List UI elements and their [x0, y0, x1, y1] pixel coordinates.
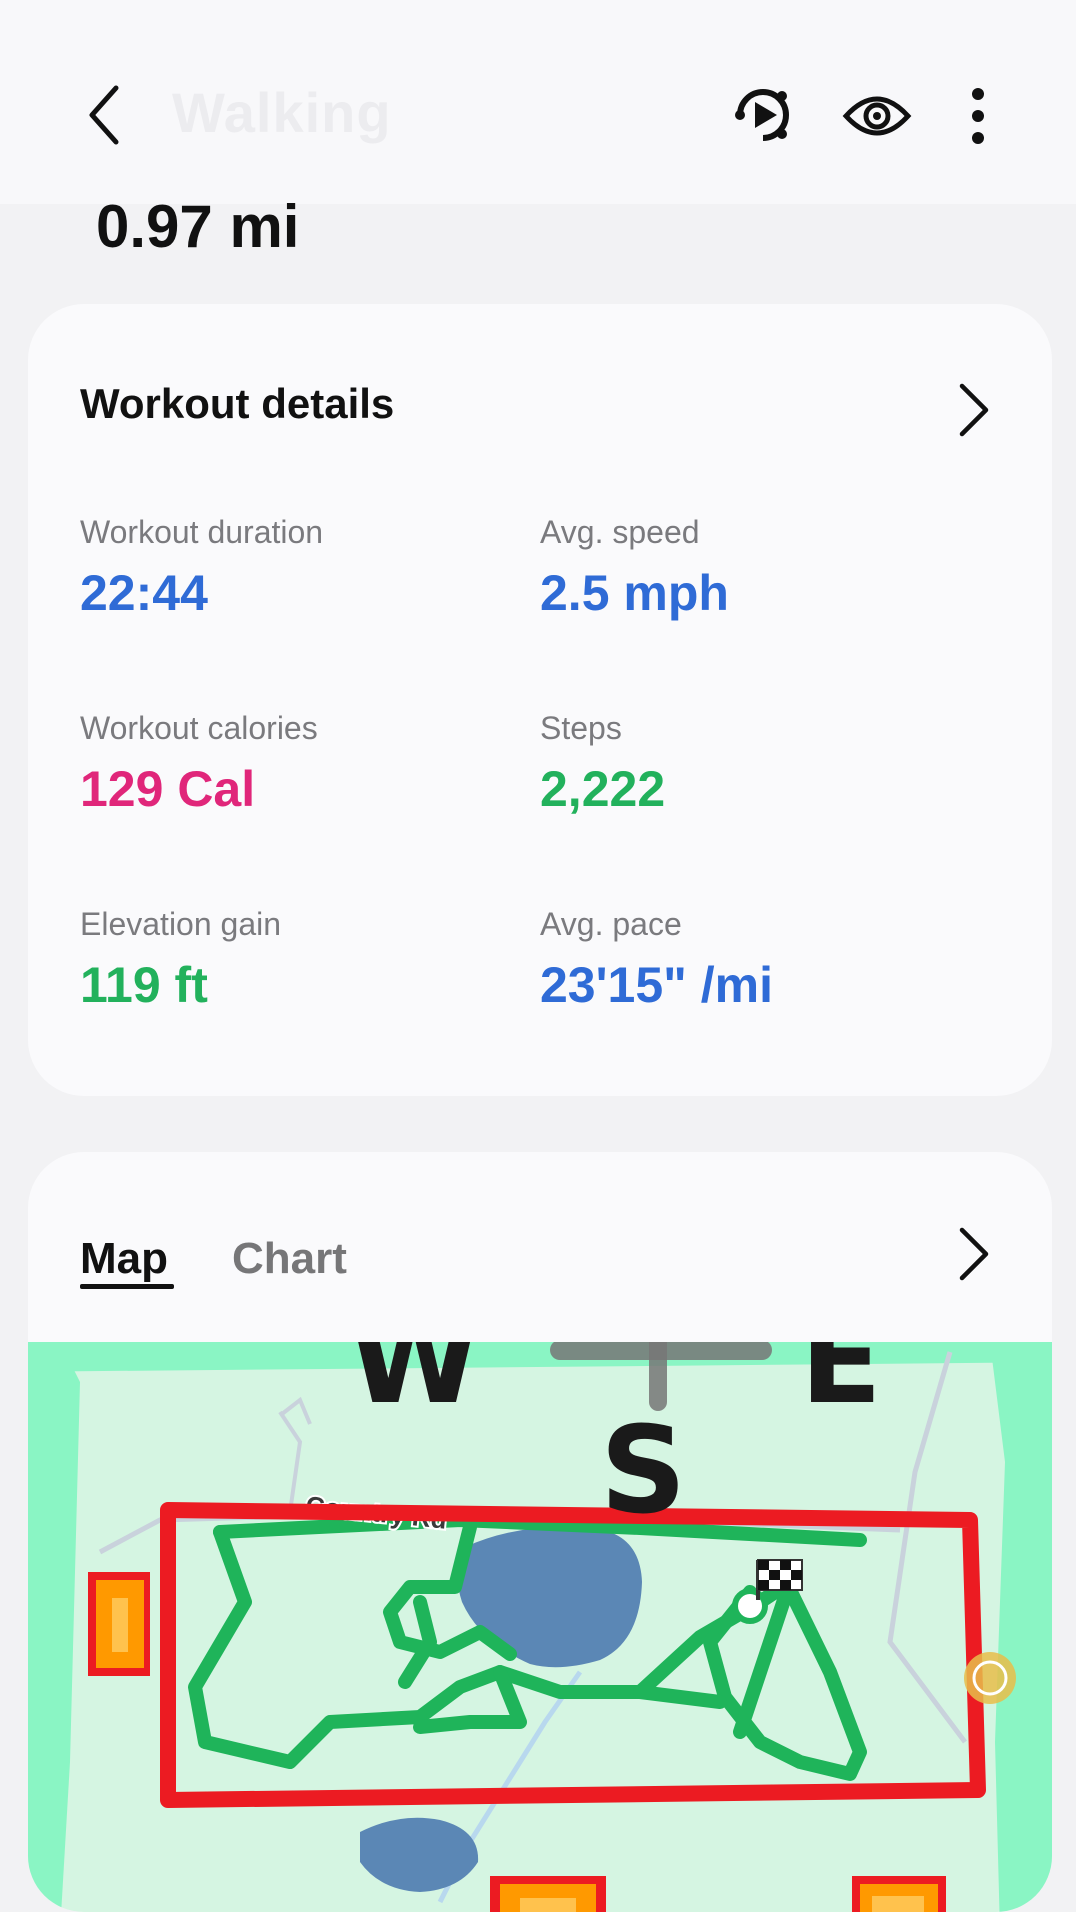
top-app-bar: Walking — [0, 0, 1076, 204]
stat-label-elevation: Elevation gain — [80, 906, 282, 942]
stat-label-duration: Workout duration — [80, 514, 324, 550]
stat-value-calories: 129 Cal — [80, 761, 256, 817]
route-map[interactable]: Country Rd N W E S — [28, 1342, 1052, 1912]
stat-label-avg-pace: Avg. pace — [540, 906, 682, 942]
total-distance: 0.97 mi — [96, 193, 300, 260]
more-vertical-icon[interactable] — [960, 84, 996, 148]
tab-map[interactable]: Map — [80, 1234, 168, 1284]
chevron-right-icon[interactable] — [954, 1224, 994, 1284]
compass-south: S — [600, 1402, 686, 1541]
map-pin-icon — [964, 1652, 1016, 1704]
workout-details-title: Workout details — [80, 380, 395, 427]
compass-west: W — [348, 1342, 480, 1431]
orange-marker-bottom-right — [852, 1876, 946, 1912]
chevron-right-icon[interactable] — [954, 380, 994, 440]
workout-details-card[interactable]: Workout details Workout duration 22:44 A… — [28, 304, 1052, 1096]
route-card: Map Chart Country Rd W E S — [28, 1152, 1052, 1912]
tab-chart[interactable]: Chart — [232, 1234, 347, 1284]
compass-east: E — [800, 1342, 882, 1431]
eye-icon[interactable] — [842, 88, 912, 144]
orange-marker-left — [88, 1572, 150, 1676]
stat-label-steps: Steps — [540, 710, 622, 746]
orange-marker-bottom — [490, 1876, 606, 1912]
replay-icon[interactable] — [728, 80, 798, 150]
start-marker — [732, 1588, 768, 1624]
stat-label-calories: Workout calories — [80, 710, 318, 746]
stat-value-duration: 22:44 — [80, 565, 208, 621]
stat-value-avg-speed: 2.5 mph — [540, 565, 729, 621]
stat-value-avg-pace: 23'15" /mi — [540, 957, 773, 1013]
chevron-left-icon[interactable] — [80, 80, 130, 150]
active-tab-indicator — [80, 1284, 174, 1289]
page-title: Walking — [172, 81, 392, 144]
stat-value-steps: 2,222 — [540, 761, 666, 817]
stat-value-elevation: 119 ft — [80, 957, 208, 1013]
stat-label-avg-speed: Avg. speed — [540, 514, 700, 550]
